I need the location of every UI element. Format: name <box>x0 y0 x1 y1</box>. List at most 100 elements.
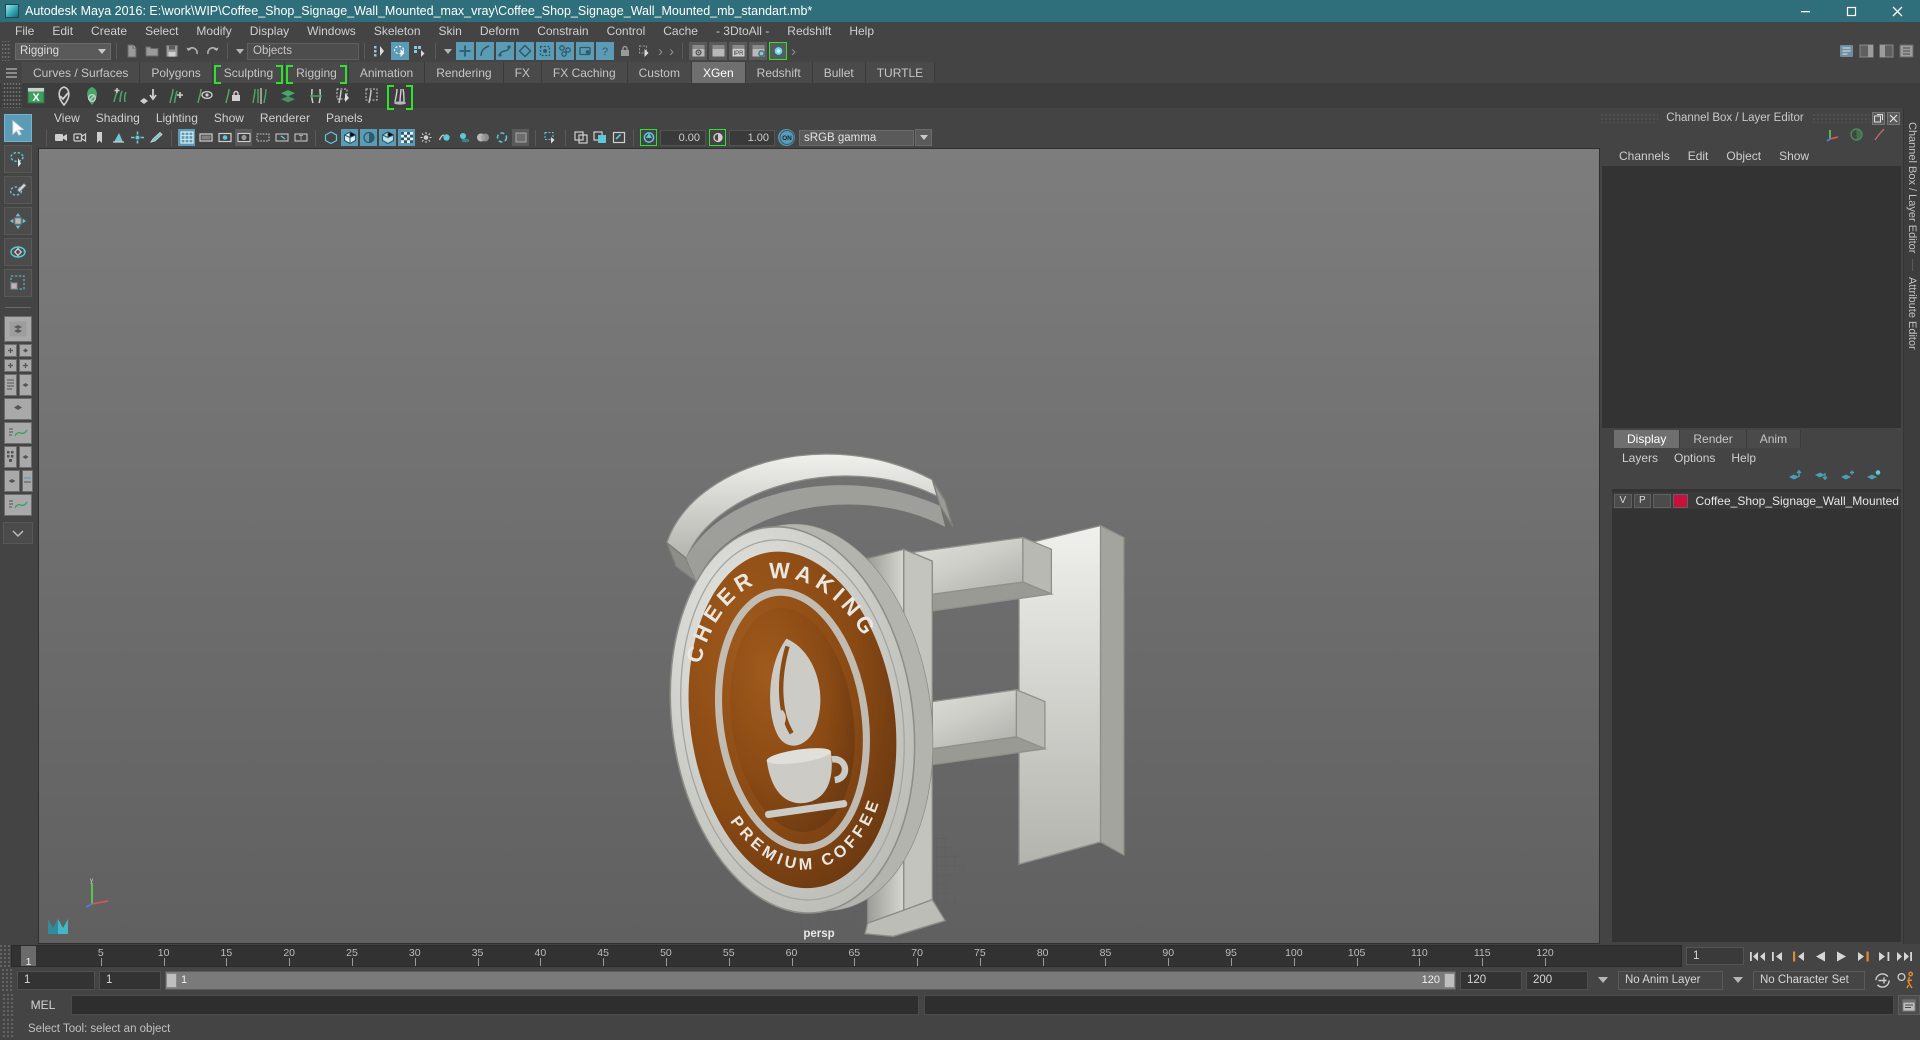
shelf-drag-grip[interactable] <box>2 83 22 108</box>
image-plane-icon[interactable] <box>110 129 127 146</box>
modeling-toolkit-icon[interactable] <box>1837 42 1855 60</box>
xray-joints-icon[interactable] <box>591 129 608 146</box>
layer-menu-layers[interactable]: Layers <box>1614 451 1666 465</box>
layout-persp-pane[interactable] <box>19 374 32 396</box>
menu-display[interactable]: Display <box>241 22 298 40</box>
range-slider-grip[interactable] <box>2 969 13 991</box>
mask-curves-icon[interactable] <box>476 42 494 60</box>
move-layer-down-icon[interactable] <box>1814 469 1829 485</box>
grid-icon[interactable] <box>178 129 195 146</box>
xray-active-components-icon[interactable] <box>610 129 627 146</box>
menu-redshift[interactable]: Redshift <box>778 22 840 40</box>
shade-selected-icon[interactable] <box>360 129 377 146</box>
wireframe-on-shaded-icon[interactable] <box>379 129 396 146</box>
persp-graph-layout-icon[interactable] <box>4 398 32 420</box>
panel-menu-renderer[interactable]: Renderer <box>252 110 318 127</box>
persp-graph-editor-2-layout-icon[interactable] <box>4 494 32 516</box>
table-row[interactable]: V P Coffee_Shop_Signage_Wall_Mounted <box>1612 492 1901 509</box>
channel-box-toggle-icon[interactable] <box>1897 42 1915 60</box>
color-management-toggle-icon[interactable]: ON <box>778 129 795 146</box>
layout-quad-tl[interactable] <box>4 344 17 357</box>
step-back-keyframe-icon[interactable] <box>1769 947 1788 966</box>
multisample-icon[interactable] <box>512 129 529 146</box>
mask-dynamics-icon[interactable] <box>536 42 554 60</box>
color-profile-selector[interactable]: sRGB gamma <box>799 129 914 146</box>
output-channels-icon[interactable] <box>1849 127 1864 145</box>
xgen-grow-icon[interactable] <box>163 83 189 108</box>
gate-mask-icon[interactable] <box>235 129 252 146</box>
tool-settings-toggle-icon[interactable] <box>1877 42 1895 60</box>
menu-cache[interactable]: Cache <box>654 22 707 40</box>
shelf-tab-xgen[interactable]: XGen <box>691 62 746 83</box>
xgen-lock-icon[interactable] <box>219 83 245 108</box>
dock-grip-right[interactable] <box>1811 113 1871 123</box>
shelf-tab-redshift[interactable]: Redshift <box>745 62 813 83</box>
isolate-select-icon[interactable] <box>542 129 559 146</box>
grease-pencil-icon[interactable] <box>148 129 165 146</box>
safe-title-icon[interactable]: T <box>292 129 309 146</box>
shelf-tab-fx[interactable]: FX <box>503 62 542 83</box>
resolution-gate-icon[interactable] <box>216 129 233 146</box>
motion-blur-icon[interactable] <box>493 129 510 146</box>
xgen-clump-icon[interactable] <box>331 83 357 108</box>
render-settings-icon[interactable] <box>749 42 767 60</box>
channel-menu-channels[interactable]: Channels <box>1610 149 1679 163</box>
xgen-density-icon[interactable] <box>275 83 301 108</box>
wireframe-icon[interactable] <box>322 129 339 146</box>
undo-icon[interactable] <box>183 42 201 60</box>
menu-create[interactable]: Create <box>82 22 136 40</box>
xgen-eye-icon[interactable] <box>191 83 217 108</box>
exposure-icon[interactable] <box>640 129 657 146</box>
menuset-selector[interactable]: Rigging <box>15 42 111 60</box>
range-bar[interactable]: 1 120 <box>165 970 1456 990</box>
mask-handles-icon[interactable] <box>456 42 474 60</box>
xgen-add-guides-icon[interactable] <box>107 83 133 108</box>
shelf-tab-fx-caching[interactable]: FX Caching <box>541 62 628 83</box>
persp-graph-editor-layout-icon[interactable] <box>4 422 32 444</box>
four-view-layout-icon-row2[interactable] <box>4 359 32 372</box>
scale-tool-icon[interactable] <box>4 269 32 297</box>
layer-menu-help[interactable]: Help <box>1723 451 1764 465</box>
more-layouts-icon[interactable] <box>3 522 33 544</box>
select-camera-icon[interactable] <box>53 129 70 146</box>
four-view-layout-icon[interactable] <box>4 344 32 357</box>
xgen-place-guides-icon[interactable] <box>135 83 161 108</box>
statusline-grip[interactable] <box>2 41 11 61</box>
vtab-channel-box-layer-editor[interactable]: Channel Box / Layer Editor <box>1906 116 1918 259</box>
move-layer-up-icon[interactable] <box>1788 469 1803 485</box>
panel-menu-show[interactable]: Show <box>206 110 252 127</box>
menu-help[interactable]: Help <box>840 22 883 40</box>
shelf-tab-rendering[interactable]: Rendering <box>425 62 504 83</box>
maximize-button[interactable] <box>1828 0 1874 22</box>
layer-color-swatch[interactable] <box>1672 493 1688 508</box>
lock-icon[interactable] <box>616 42 634 60</box>
xgen-width-icon[interactable] <box>303 83 329 108</box>
snap-to-selection-icon[interactable] <box>636 42 654 60</box>
range-start-field[interactable]: 1 <box>99 970 161 990</box>
select-by-object-icon[interactable] <box>391 42 409 60</box>
shelf-tab-sculpting[interactable]: Sculpting <box>212 62 286 84</box>
render-view-icon[interactable] <box>689 42 707 60</box>
shape-channels-icon[interactable] <box>1872 127 1887 145</box>
bookmark-icon[interactable] <box>91 129 108 146</box>
mask-deformations-icon[interactable] <box>516 42 534 60</box>
layer-tab-anim[interactable]: Anim <box>1746 430 1802 448</box>
shelf-tab-rigging[interactable]: Rigging <box>285 62 349 84</box>
layout-pgo-right[interactable] <box>21 470 33 492</box>
hypershade-persp-layout-icon[interactable] <box>4 446 32 468</box>
shelf-tab-bullet[interactable]: Bullet <box>812 62 866 83</box>
xray-icon[interactable] <box>572 129 589 146</box>
menu-3dtoall[interactable]: - 3DtoAll - <box>707 22 778 40</box>
channel-box-content[interactable] <box>1602 166 1901 428</box>
layout-quad-bl[interactable] <box>4 359 17 372</box>
move-tool-icon[interactable] <box>4 207 32 235</box>
time-cursor[interactable]: 1 <box>21 946 36 966</box>
ambient-occlusion-icon[interactable] <box>474 129 491 146</box>
safe-action-icon[interactable] <box>273 129 290 146</box>
perspective-viewport[interactable]: CHEER WAKING PREMIUM COFFEE y persp <box>38 148 1600 944</box>
panel-menu-shading[interactable]: Shading <box>88 110 148 127</box>
xgen-sphere-icon[interactable] <box>79 83 105 108</box>
field-chart-icon[interactable] <box>254 129 271 146</box>
mask-surfaces-icon[interactable] <box>496 42 514 60</box>
hypershade-icon[interactable] <box>769 42 787 60</box>
